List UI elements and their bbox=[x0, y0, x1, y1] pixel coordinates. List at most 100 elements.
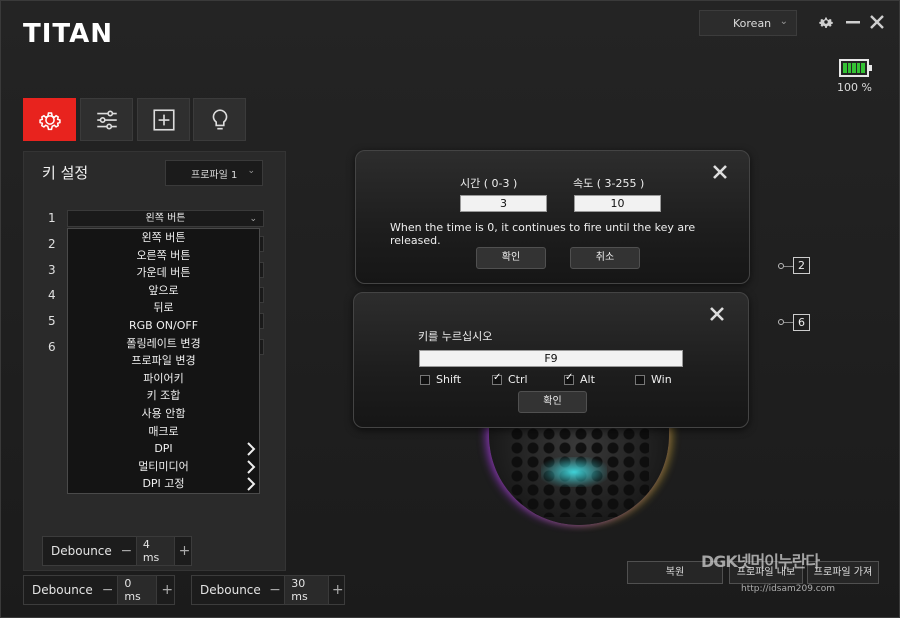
dropdown-item-dpi-lock[interactable]: DPI 고정 bbox=[68, 475, 259, 493]
dropdown-item[interactable]: 가운데 버튼 bbox=[68, 264, 259, 282]
fire-key-dialog: 시간 ( 0-3 ) 속도 ( 3-255 ) 3 10 When the ti… bbox=[355, 150, 750, 284]
dropdown-item[interactable]: 오른쪽 버튼 bbox=[68, 247, 259, 265]
alt-checkbox[interactable]: Alt bbox=[564, 372, 595, 386]
dropdown-item-label: 멀티미디어 bbox=[138, 459, 189, 473]
dropdown-item-label: DPI bbox=[154, 442, 173, 456]
connector-line bbox=[784, 322, 793, 323]
chevron-right-icon bbox=[247, 477, 256, 492]
key-prompt: 키를 누르십시오 bbox=[418, 330, 493, 343]
time-label: 시간 ( 0-3 ) bbox=[460, 177, 518, 190]
checkbox-box bbox=[564, 372, 574, 385]
plus-square-icon bbox=[152, 108, 175, 131]
tab-lighting[interactable] bbox=[193, 98, 246, 141]
chevron-down-icon: ⌄ bbox=[779, 16, 788, 27]
close-icon[interactable] bbox=[711, 163, 729, 181]
dropdown-item-dpi[interactable]: DPI bbox=[68, 440, 259, 458]
dropdown-item[interactable]: 뒤로 bbox=[68, 299, 259, 317]
profile-select[interactable]: 프로파일 1 ⌄ bbox=[165, 160, 263, 186]
dropdown-item[interactable]: 파이어키 bbox=[68, 370, 259, 388]
battery-percentage: 100 % bbox=[837, 81, 872, 94]
tab-adjust[interactable] bbox=[80, 98, 133, 141]
checkbox-box bbox=[635, 374, 645, 385]
chevron-down-icon: ⌄ bbox=[247, 166, 255, 176]
dropdown-item[interactable]: 폴링레이트 변경 bbox=[68, 335, 259, 353]
connector-line bbox=[784, 266, 793, 267]
watermark-url: http://idsam209.com bbox=[741, 584, 836, 594]
checkbox-box bbox=[492, 372, 502, 385]
ok-button[interactable]: 확인 bbox=[518, 391, 587, 413]
dropdown-item[interactable]: 왼쪽 버튼 bbox=[68, 229, 259, 247]
debounce-value: 0 ms bbox=[117, 575, 158, 605]
button-badge-2[interactable]: 2 bbox=[793, 257, 810, 274]
checkbox-box bbox=[420, 374, 430, 385]
key-select-row-1[interactable]: 왼쪽 버튼 ⌄ bbox=[67, 210, 264, 227]
row-number: 6 bbox=[48, 340, 56, 354]
minus-button[interactable]: − bbox=[269, 582, 281, 598]
lightbulb-icon bbox=[212, 108, 227, 129]
minus-button[interactable]: − bbox=[120, 543, 133, 559]
debounce-control-2: Debounce − 0 ms + bbox=[23, 575, 175, 605]
dropdown-item-multimedia[interactable]: 멀티미디어 bbox=[68, 458, 259, 476]
row-number: 5 bbox=[48, 314, 56, 328]
debounce-control-3: Debounce − 30 ms + bbox=[191, 575, 345, 605]
shift-checkbox[interactable]: Shift bbox=[420, 373, 461, 386]
dropdown-item[interactable]: RGB ON/OFF bbox=[68, 317, 259, 335]
language-label: Korean bbox=[733, 16, 772, 30]
debounce-control-1: Debounce − 4 ms + bbox=[42, 536, 192, 566]
key-select-value: 왼쪽 버튼 bbox=[145, 213, 186, 224]
button-badge-6[interactable]: 6 bbox=[793, 314, 810, 331]
dropdown-item[interactable]: 매크로 bbox=[68, 423, 259, 441]
minus-button[interactable]: − bbox=[101, 582, 115, 598]
ok-button[interactable]: 확인 bbox=[476, 247, 546, 269]
tab-settings[interactable] bbox=[23, 98, 76, 141]
plus-button[interactable]: + bbox=[332, 582, 344, 598]
close-icon[interactable] bbox=[708, 305, 726, 323]
row-number: 1 bbox=[48, 211, 56, 225]
panel-title: 키 설정 bbox=[42, 164, 89, 182]
speed-input[interactable]: 10 bbox=[574, 195, 661, 212]
app-logo: TITAN bbox=[23, 19, 114, 49]
row-number: 2 bbox=[48, 237, 56, 251]
debounce-label: Debounce bbox=[32, 583, 93, 597]
tab-macro[interactable] bbox=[137, 98, 190, 141]
sliders-icon bbox=[96, 110, 117, 129]
close-icon[interactable] bbox=[866, 11, 888, 33]
chevron-down-icon: ⌄ bbox=[249, 214, 257, 224]
minimize-icon[interactable] bbox=[842, 11, 864, 33]
win-checkbox[interactable]: Win bbox=[635, 373, 672, 386]
ctrl-checkbox[interactable]: Ctrl bbox=[492, 372, 528, 386]
time-input[interactable]: 3 bbox=[460, 195, 547, 212]
fire-note: When the time is 0, it continues to fire… bbox=[390, 221, 696, 247]
debounce-value: 4 ms bbox=[135, 536, 175, 566]
dropdown-item[interactable]: 키 조합 bbox=[68, 387, 259, 405]
dropdown-item[interactable]: 사용 안함 bbox=[68, 405, 259, 423]
battery-icon bbox=[839, 59, 872, 77]
profile-label: 프로파일 1 bbox=[191, 169, 238, 181]
key-settings-panel: 키 설정 프로파일 1 ⌄ 1 2 3 4 5 6 왼쪽 버튼 ⌄ 왼쪽 버튼 … bbox=[23, 151, 286, 571]
dropdown-item[interactable]: 프로파일 변경 bbox=[68, 352, 259, 370]
app-window: TITAN Korean ⌄ 100 % 키 설정 프로파일 1 ⌄ 1 2 3 bbox=[0, 0, 900, 618]
row-number: 4 bbox=[48, 288, 56, 302]
settings-gear-icon[interactable] bbox=[815, 11, 837, 33]
plus-button[interactable]: + bbox=[160, 582, 174, 598]
gear-icon bbox=[38, 111, 61, 130]
key-combo-dialog: 키를 누르십시오 F9 Shift Ctrl Alt Win 확인 bbox=[353, 292, 749, 428]
watermark: DGK넷머이누란다 bbox=[701, 552, 820, 571]
language-select[interactable]: Korean ⌄ bbox=[699, 10, 797, 36]
mouse-image bbox=[489, 413, 669, 525]
checkbox-label: Alt bbox=[580, 373, 595, 386]
key-input[interactable]: F9 bbox=[419, 350, 683, 367]
plus-button[interactable]: + bbox=[178, 543, 191, 559]
debounce-label: Debounce bbox=[51, 544, 112, 558]
checkbox-label: Ctrl bbox=[508, 373, 528, 386]
checkbox-label: Shift bbox=[436, 373, 462, 386]
chevron-right-icon bbox=[247, 460, 256, 474]
speed-label: 속도 ( 3-255 ) bbox=[573, 177, 645, 190]
dropdown-item[interactable]: 앞으로 bbox=[68, 282, 259, 300]
debounce-label: Debounce bbox=[200, 583, 261, 597]
cancel-button[interactable]: 취소 bbox=[570, 247, 640, 269]
chevron-right-icon bbox=[247, 442, 256, 456]
key-function-dropdown: 왼쪽 버튼 오른쪽 버튼 가운데 버튼 앞으로 뒤로 RGB ON/OFF 폴링… bbox=[67, 228, 260, 494]
row-number: 3 bbox=[48, 263, 56, 277]
dropdown-item-label: DPI 고정 bbox=[142, 477, 185, 491]
